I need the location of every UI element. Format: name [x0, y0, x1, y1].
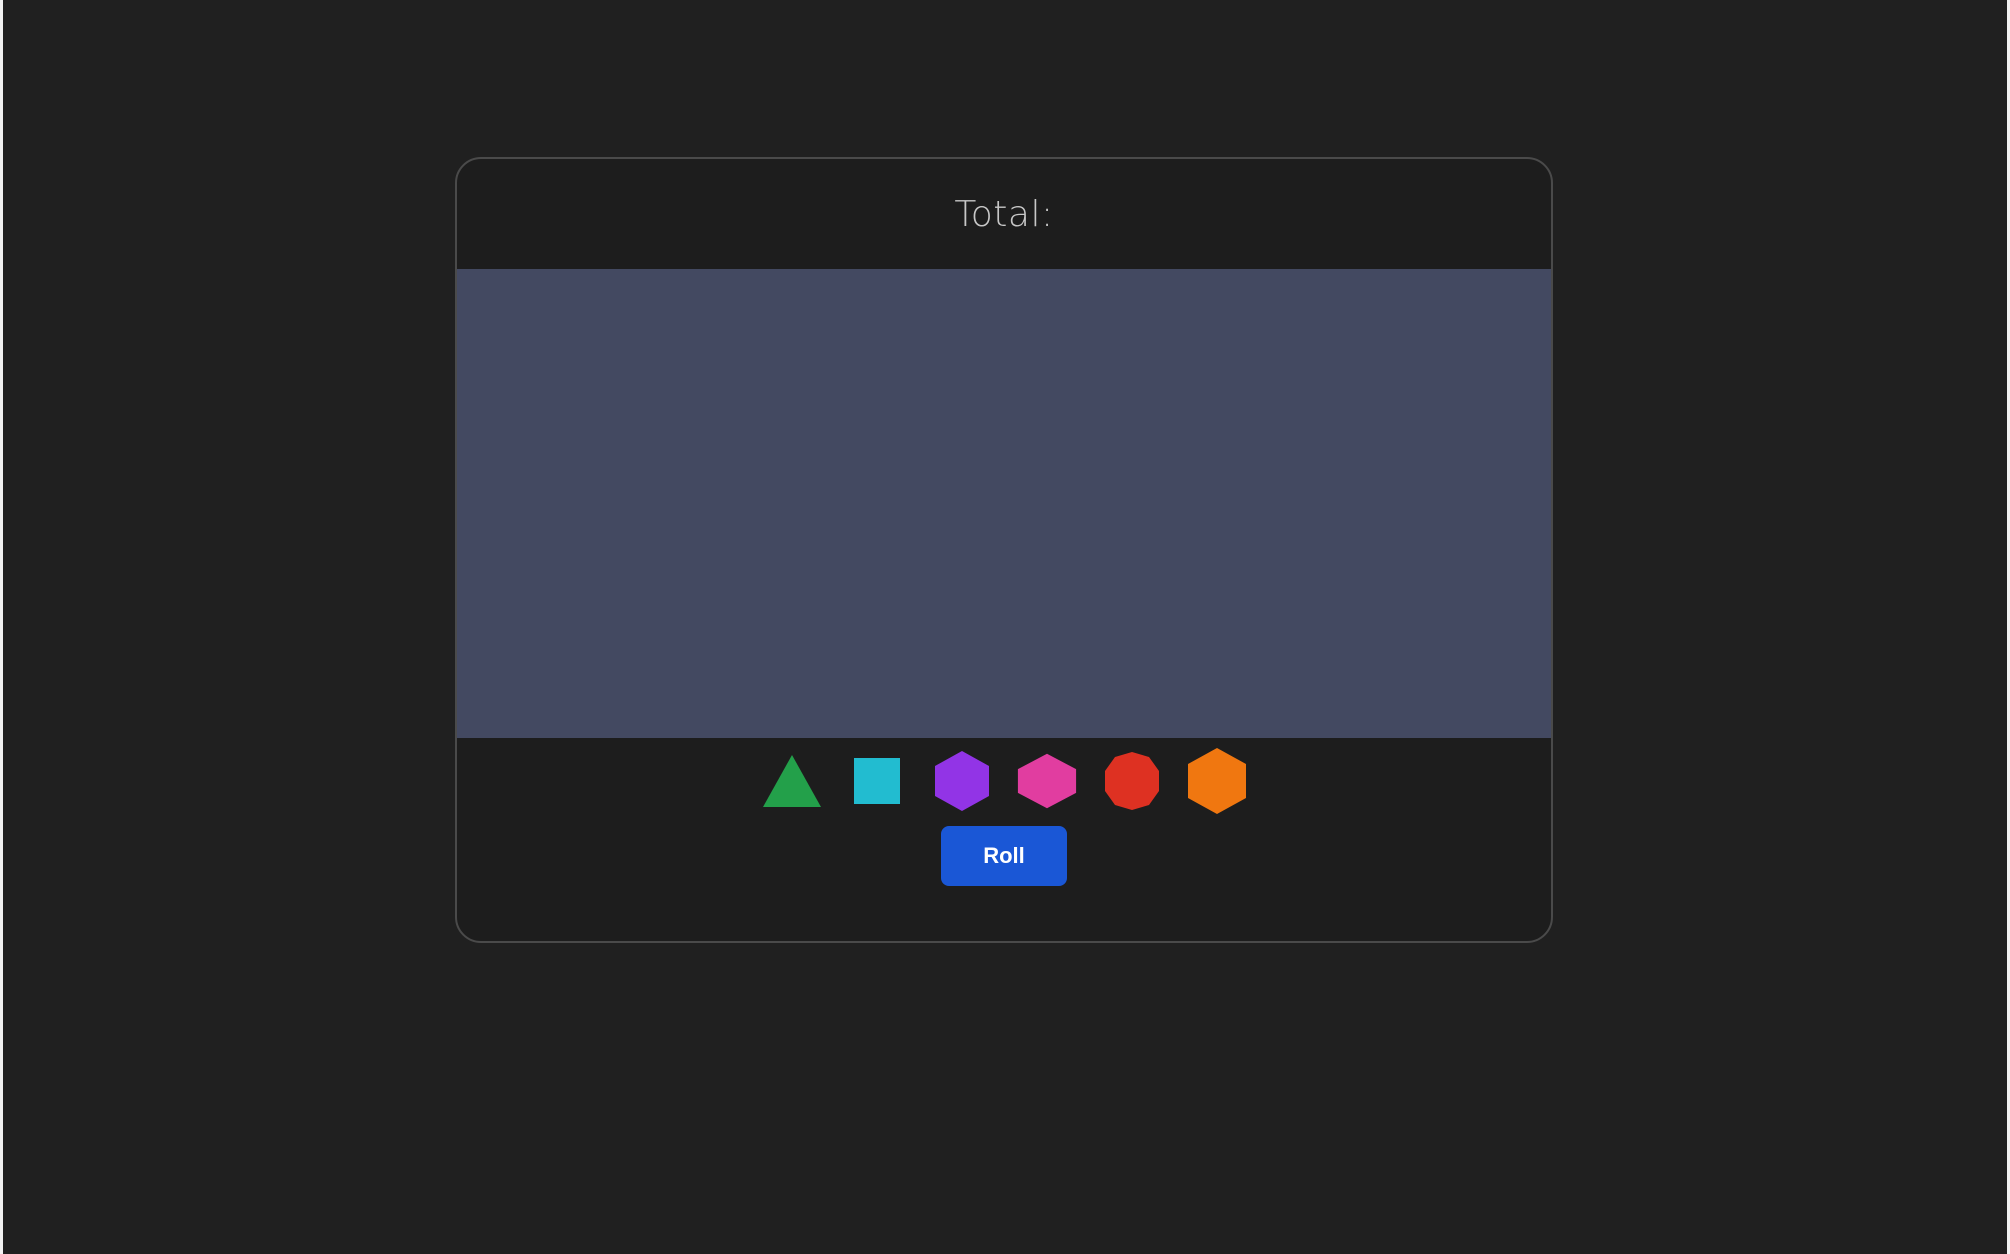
roll-row: Roll — [457, 826, 1551, 886]
pink-diamond-die-icon[interactable] — [1017, 746, 1077, 816]
dice-roller-panel: Total: Roll — [455, 157, 1553, 943]
panel-header: Total: — [457, 159, 1551, 269]
roll-button[interactable]: Roll — [941, 826, 1067, 886]
dice-tray — [457, 269, 1551, 738]
orange-hexagon-die-icon[interactable] — [1187, 746, 1247, 816]
triangle-die-icon[interactable] — [762, 746, 822, 816]
red-decagon-die-icon[interactable] — [1102, 746, 1162, 816]
square-die-icon[interactable] — [847, 746, 907, 816]
purple-hexagon-die-icon[interactable] — [932, 746, 992, 816]
total-label: Total: — [954, 193, 1054, 235]
window-left-edge — [0, 0, 3, 1254]
dice-selector — [457, 746, 1551, 816]
